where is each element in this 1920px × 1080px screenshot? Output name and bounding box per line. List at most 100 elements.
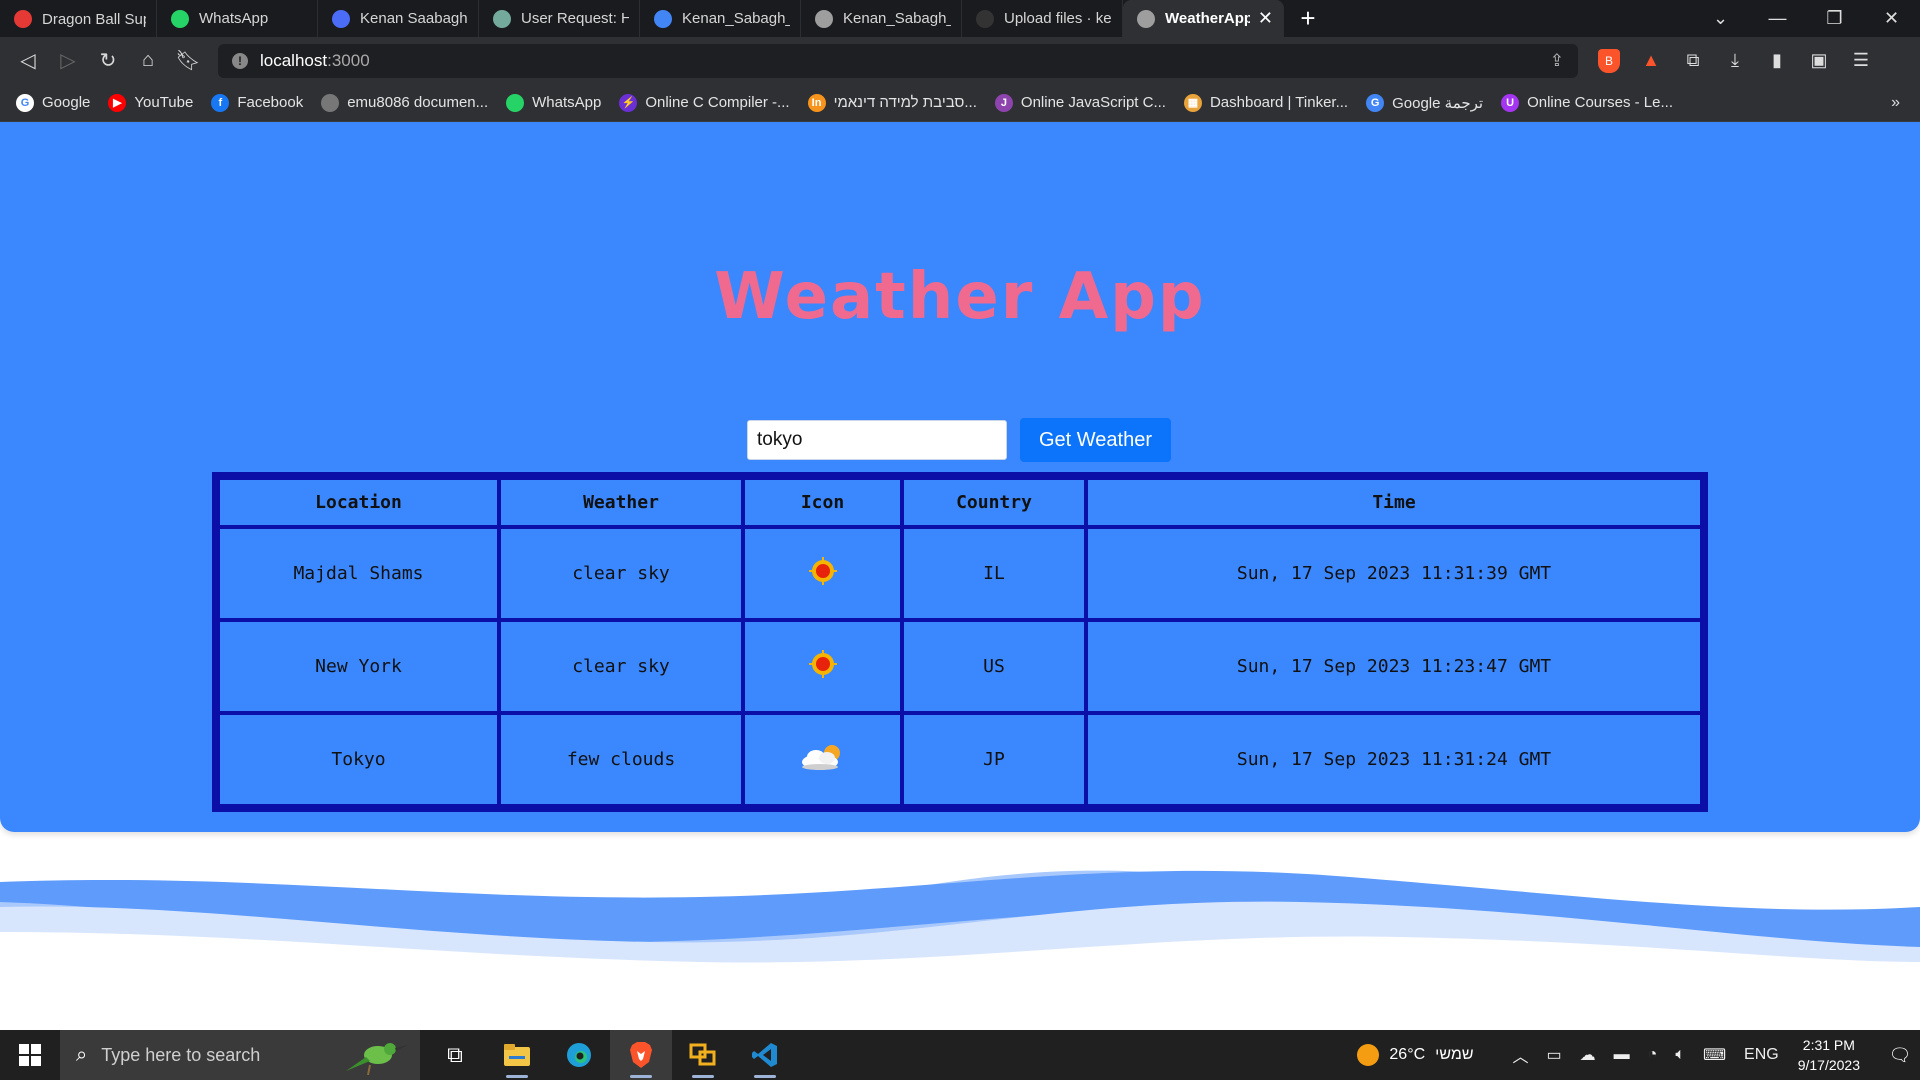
chatgpt-icon <box>493 9 511 28</box>
js-icon: J <box>994 93 1013 112</box>
cell-time: Sun, 17 Sep 2023 11:23:47 GMT <box>1088 622 1700 711</box>
bookmark-label: Facebook <box>237 94 304 111</box>
minimize-button[interactable]: — <box>1749 0 1806 37</box>
bookmark-item[interactable]: ▦ Dashboard | Tinker... <box>1183 93 1349 112</box>
weather-condition: שמשי <box>1435 1046 1474 1063</box>
bookmark-label: Online C Compiler -... <box>645 94 790 111</box>
extensions-icon[interactable]: ⧉ <box>1672 50 1714 71</box>
keyboard-icon[interactable]: ⌨ <box>1703 1045 1726 1065</box>
tab-strip: Dragon Ball Super أنمي WhatsApp Kenan Saab… <box>0 0 1920 37</box>
browser-tab[interactable]: Dragon Ball Super أنمي <box>0 0 157 37</box>
share-icon[interactable]: ⇪ <box>1550 51 1564 71</box>
clock[interactable]: 2:31 PM 9/17/2023 <box>1798 1035 1860 1075</box>
brave-rewards-icon[interactable]: ▲ <box>1630 50 1672 71</box>
chevron-up-icon[interactable]: ︿ <box>1513 1043 1529 1067</box>
task-view-icon[interactable]: ⧉ <box>424 1030 486 1080</box>
document-icon <box>332 9 350 28</box>
notifications-icon[interactable]: 🗨︎ <box>1880 1045 1920 1066</box>
udemy-icon: U <box>1501 93 1520 112</box>
youtube-icon: ▶ <box>108 93 127 112</box>
weather-table: Location Weather Icon Country Time Majda… <box>212 472 1708 812</box>
globe-icon <box>1137 9 1155 28</box>
volume-icon[interactable]: 🔈︎ <box>1675 1046 1685 1064</box>
bookmark-item[interactable]: ▶ YouTube <box>108 93 194 112</box>
vscode-icon[interactable] <box>734 1030 796 1080</box>
edge-browser-icon[interactable] <box>548 1030 610 1080</box>
cell-weather: clear sky <box>501 529 741 618</box>
tab-label: Upload files · kenan-sa <box>1004 10 1112 27</box>
tab-label: Kenan_Sabagh_Resume <box>843 10 951 27</box>
close-window-button[interactable]: ✕ <box>1863 0 1920 37</box>
cell-country: IL <box>904 529 1084 618</box>
site-info-icon[interactable]: ! <box>232 52 248 69</box>
clock-time: 2:31 PM <box>1802 1037 1855 1053</box>
get-weather-button[interactable]: Get Weather <box>1020 418 1172 462</box>
brave-browser-icon[interactable] <box>610 1030 672 1080</box>
cell-time: Sun, 17 Sep 2023 11:31:39 GMT <box>1088 529 1700 618</box>
sidebar-icon[interactable]: ▮ <box>1756 50 1798 71</box>
city-input[interactable] <box>747 420 1007 460</box>
browser-tab[interactable]: Upload files · kenan-sa <box>962 0 1123 37</box>
back-button[interactable]: ◁ <box>8 41 48 81</box>
bookmark-label: סביבת למידה דינאמי... <box>833 94 977 111</box>
tab-label: Dragon Ball Super أنمي <box>42 10 146 28</box>
tab-label: Kenan_Sabagh_Resume <box>682 10 790 27</box>
more-bookmarks-chevron-icon[interactable]: » <box>1891 94 1900 112</box>
browser-tab[interactable]: WeatherApp ✕ <box>1123 0 1284 37</box>
browser-tab[interactable]: WhatsApp <box>157 0 318 37</box>
vmware-icon[interactable] <box>672 1030 734 1080</box>
learning-icon: In <box>807 93 826 112</box>
close-tab-icon[interactable]: ✕ <box>1258 8 1273 29</box>
tab-search-chevron-icon[interactable]: ⌄ <box>1692 0 1749 37</box>
cell-icon <box>745 715 900 804</box>
bookmark-item[interactable]: J Online JavaScript C... <box>994 93 1166 112</box>
sun-icon <box>808 556 838 592</box>
bookmark-item[interactable]: G Google ترجمة <box>1366 93 1483 112</box>
bookmark-item[interactable]: G Google <box>16 93 90 112</box>
browser-tab[interactable]: User Request: Hi Assist <box>479 0 640 37</box>
weather-widget[interactable]: 26°C שמשי <box>1357 1044 1474 1066</box>
search-form: Get Weather <box>747 418 1172 462</box>
home-button[interactable]: ⌂ <box>128 41 168 81</box>
bookmark-item[interactable]: WhatsApp <box>506 93 601 112</box>
bookmark-item[interactable]: ⚡ Online C Compiler -... <box>619 93 790 112</box>
browser-tab[interactable]: Kenan Saabagh <box>318 0 479 37</box>
browser-tab[interactable]: Kenan_Sabagh_Resume <box>640 0 801 37</box>
bookmark-label: Dashboard | Tinker... <box>1209 94 1349 111</box>
bookmark-icon[interactable]: 🔖︎ <box>168 41 208 81</box>
sun-icon <box>1357 1044 1380 1066</box>
address-bar[interactable]: ! localhost:3000 ⇪ <box>218 43 1578 78</box>
meet-icon[interactable]: ▭ <box>1547 1045 1562 1065</box>
globe-icon <box>321 93 340 112</box>
start-button[interactable] <box>0 1030 60 1080</box>
web-page: Weather App Get Weather Location Weather… <box>0 122 1920 1030</box>
whatsapp-icon <box>171 9 189 28</box>
new-tab-button[interactable]: + <box>1284 0 1332 37</box>
taskbar-search-box[interactable]: ⌕ Type here to search <box>60 1030 420 1080</box>
language-indicator[interactable]: ENG <box>1744 1046 1779 1064</box>
forward-button[interactable]: ▷ <box>48 41 88 81</box>
wifi-icon[interactable]: ◔ <box>1648 1046 1658 1064</box>
bookmark-item[interactable]: emu8086 documen... <box>321 93 488 112</box>
bookmark-label: YouTube <box>134 94 194 111</box>
menu-icon[interactable]: ☰ <box>1840 50 1882 71</box>
downloads-icon[interactable]: ⤓ <box>1714 50 1756 71</box>
battery-icon[interactable]: ▬ <box>1614 1046 1630 1064</box>
browser-tab[interactable]: Kenan_Sabagh_Resume <box>801 0 962 37</box>
restore-button[interactable]: ❐ <box>1806 0 1863 37</box>
tab-label: WeatherApp <box>1165 10 1250 27</box>
brave-shields-icon[interactable]: B <box>1588 48 1630 73</box>
onedrive-cloud-icon[interactable]: ☁ <box>1580 1045 1596 1065</box>
header-location: Location <box>220 480 497 525</box>
reload-button[interactable]: ↻ <box>88 41 128 81</box>
file-explorer-icon[interactable] <box>486 1030 548 1080</box>
github-icon <box>976 9 994 28</box>
bookmark-item[interactable]: In סביבת למידה דינאמי... <box>807 93 977 112</box>
bookmark-item[interactable]: U Online Courses - Le... <box>1501 93 1673 112</box>
cell-icon <box>745 529 900 618</box>
clock-date: 9/17/2023 <box>1797 1057 1860 1073</box>
bookmark-item[interactable]: f Facebook <box>211 93 304 112</box>
wallet-icon[interactable]: ▣ <box>1798 50 1840 71</box>
bookmark-list: G Google ▶ YouTube f Facebook emu8086 documen.… <box>16 93 1691 112</box>
url-port: :3000 <box>327 50 370 70</box>
